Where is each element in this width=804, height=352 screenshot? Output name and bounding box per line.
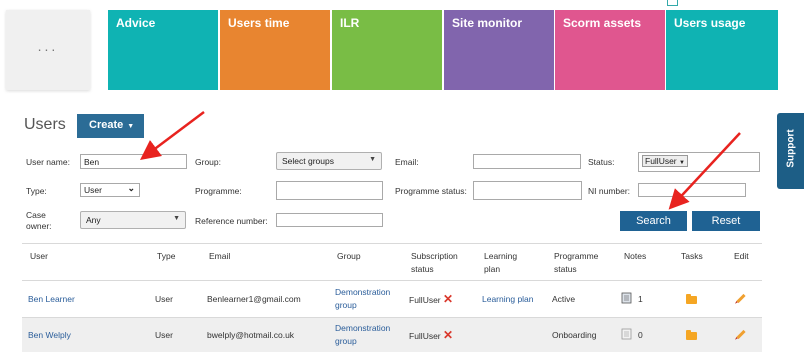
email-label: Email: — [395, 157, 419, 167]
status-multiselect[interactable]: FullUser ▼ — [638, 152, 760, 172]
tile-users-time[interactable]: Users time — [220, 10, 330, 90]
cross-icon: ✕ — [443, 292, 454, 306]
subscription-label: FullUser — [409, 295, 441, 305]
tile-label: ILR — [340, 16, 360, 30]
tile-label: Scorm assets — [563, 16, 642, 30]
folder-icon[interactable] — [686, 330, 697, 340]
group-select-value: Select groups — [282, 156, 334, 166]
create-button[interactable]: Create ▼ — [77, 114, 144, 138]
reset-button[interactable]: Reset — [692, 211, 760, 231]
caret-down-icon: ▼ — [679, 160, 685, 166]
group-label: Group: — [195, 157, 221, 167]
notes-count: 0 — [638, 330, 643, 340]
col-header-group: Group — [337, 251, 361, 261]
create-label: Create — [89, 119, 124, 131]
chevron-down-icon: ▼ — [369, 156, 376, 163]
notes-icon[interactable] — [621, 328, 634, 340]
col-header-type: Type — [157, 251, 176, 261]
chevron-down-icon: ▼ — [173, 215, 180, 222]
user-name-label: User name: — [26, 157, 70, 167]
app-menu-button[interactable]: ... — [6, 10, 90, 90]
notes-icon[interactable] — [621, 292, 634, 304]
programme-status-label: Programme status: — [395, 186, 467, 196]
email-input[interactable] — [473, 154, 581, 169]
arrow-to-user-name — [140, 111, 205, 160]
status-chip[interactable]: FullUser ▼ — [642, 155, 688, 167]
cross-icon: ✕ — [443, 328, 454, 342]
subscription-label: FullUser — [409, 331, 441, 341]
header-divider — [22, 280, 762, 281]
user-link[interactable]: Ben Welply — [28, 329, 71, 342]
case-owner-select[interactable]: Any ▼ — [80, 211, 186, 229]
tile-label: Advice — [116, 16, 156, 30]
support-tab[interactable]: Support — [777, 113, 804, 189]
pencil-icon[interactable] — [736, 293, 746, 304]
learning-plan-link[interactable]: Learning plan — [482, 293, 534, 306]
case-owner-label: Case owner: — [26, 210, 52, 231]
support-label: Support — [785, 129, 797, 168]
type-select[interactable]: User ⌄ — [80, 183, 140, 197]
user-email: bwelply@hotmail.co.uk — [207, 330, 295, 340]
tile-users-usage[interactable]: Users usage — [666, 10, 778, 90]
programme-input[interactable] — [276, 181, 383, 200]
tile-scorm-assets[interactable]: Scorm assets — [555, 10, 665, 90]
col-header-subscription: Subscription status — [411, 251, 458, 274]
page-title: Users — [24, 116, 66, 133]
subscription-status: FullUser ✕ — [409, 293, 453, 307]
type-label: Type: — [26, 186, 47, 196]
tile-site-monitor[interactable]: Site monitor — [444, 10, 554, 90]
group-select[interactable]: Select groups ▼ — [276, 152, 382, 170]
programme-status: Active — [552, 294, 576, 304]
dots-icon: ... — [37, 38, 59, 54]
search-button[interactable]: Search — [620, 211, 687, 231]
user-type: User — [155, 330, 173, 340]
col-header-user: User — [30, 251, 48, 261]
group-link[interactable]: Demonstration group — [335, 286, 397, 312]
case-owner-value: Any — [86, 215, 101, 225]
col-header-learning-plan: Learning plan — [484, 251, 518, 274]
programme-label: Programme: — [195, 186, 242, 196]
ni-number-input[interactable] — [638, 183, 746, 197]
col-header-email: Email — [209, 251, 231, 261]
col-header-edit: Edit — [734, 251, 749, 261]
col-header-notes: Notes — [624, 251, 647, 261]
user-name-input[interactable]: Ben — [80, 154, 187, 169]
table-top-border — [22, 243, 762, 244]
tile-label: Users usage — [674, 16, 746, 30]
tile-advice[interactable]: Advice — [108, 10, 218, 90]
status-label: Status: — [588, 157, 615, 167]
programme-status-input[interactable] — [473, 181, 582, 200]
tile-label: Site monitor — [452, 16, 523, 30]
user-email: Benlearner1@gmail.com — [207, 294, 301, 304]
status-chip-label: FullUser — [645, 156, 677, 166]
programme-status: Onboarding — [552, 330, 597, 340]
reference-number-input[interactable] — [276, 213, 383, 227]
user-link[interactable]: Ben Learner — [28, 293, 75, 306]
tray-icon — [667, 0, 678, 6]
notes-count: 1 — [638, 294, 643, 304]
col-header-tasks: Tasks — [681, 251, 703, 261]
tile-label: Users time — [228, 16, 290, 30]
reference-number-label: Reference number: — [195, 216, 268, 226]
folder-icon[interactable] — [686, 294, 697, 304]
tile-ilr[interactable]: ILR — [332, 10, 442, 90]
ni-number-label: NI number: — [588, 186, 631, 196]
col-header-programme-status: Programme status — [554, 251, 599, 274]
chevron-down-icon: ⌄ — [127, 183, 135, 193]
type-select-value: User — [84, 185, 102, 195]
subscription-status: FullUser ✕ — [409, 329, 453, 343]
group-link[interactable]: Demonstration group — [335, 322, 397, 348]
user-type: User — [155, 294, 173, 304]
caret-down-icon: ▼ — [127, 123, 135, 130]
